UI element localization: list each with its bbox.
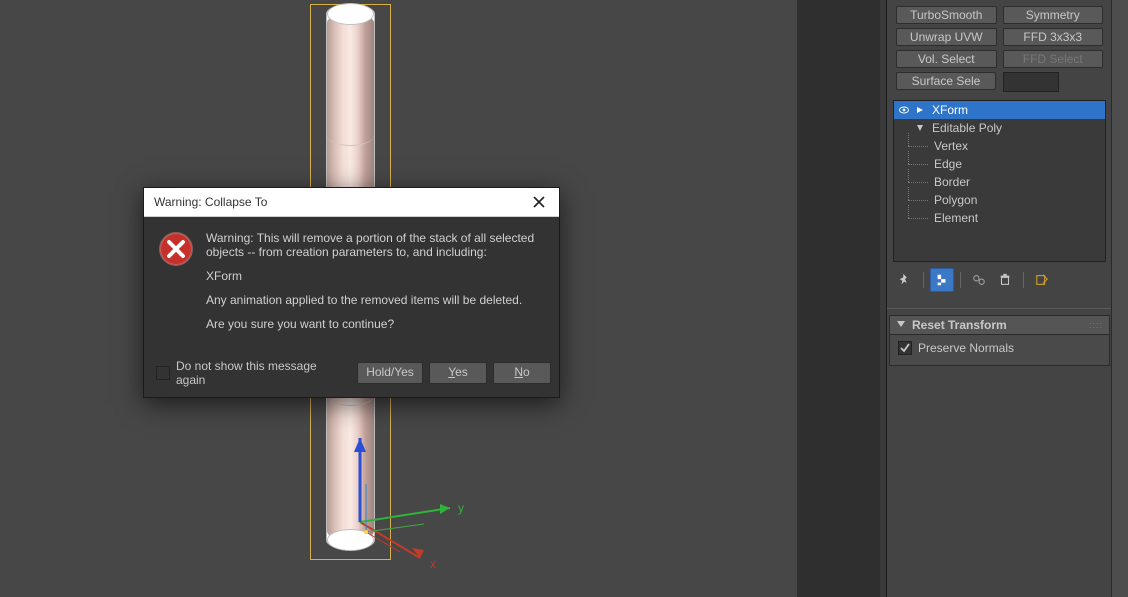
modifier-set-scrollbar[interactable] (1003, 72, 1059, 92)
checkbox-icon (898, 341, 912, 355)
dialog-title: Warning: Collapse To (154, 195, 267, 209)
rollout-title: Reset Transform (912, 318, 1007, 332)
stack-sub-edge[interactable]: Edge (894, 155, 1105, 173)
no-button[interactable]: No (493, 362, 551, 384)
dont-show-again-label: Do not show this message again (176, 359, 349, 387)
stack-sub-label: Border (934, 175, 970, 189)
hold-yes-button[interactable]: Hold/Yes (357, 362, 423, 384)
dialog-titlebar[interactable]: Warning: Collapse To (144, 188, 559, 217)
vol-select-button[interactable]: Vol. Select (896, 50, 997, 68)
make-unique-icon (972, 273, 986, 287)
turbosmooth-button[interactable]: TurboSmooth (896, 6, 997, 24)
stack-sub-element[interactable]: Element (894, 209, 1105, 227)
dialog-stack-item: XForm (206, 269, 543, 283)
stack-item-label: XForm (932, 103, 968, 117)
dialog-animation-text: Any animation applied to the removed ite… (206, 293, 543, 307)
symmetry-button[interactable]: Symmetry (1003, 6, 1104, 24)
rollout-header[interactable]: Reset Transform :::: (889, 315, 1110, 335)
pin-icon (898, 273, 912, 287)
yes-button[interactable]: Yes (429, 362, 487, 384)
close-icon (533, 196, 545, 208)
stack-sub-polygon[interactable]: Polygon (894, 191, 1105, 209)
stack-sub-label: Edge (934, 157, 962, 171)
configure-icon (1035, 273, 1049, 287)
collapse-icon[interactable] (914, 122, 926, 134)
modifier-buttons: TurboSmooth Symmetry Unwrap UVW FFD 3x3x… (887, 0, 1112, 96)
surface-select-button[interactable]: Surface Sele (896, 72, 996, 90)
configure-modifier-sets-button[interactable] (1030, 268, 1054, 292)
rollout-grip-icon[interactable]: :::: (1089, 320, 1103, 330)
ffd-3x3x3-button[interactable]: FFD 3x3x3 (1003, 28, 1104, 46)
panel-splitter[interactable] (797, 0, 886, 597)
collapse-to-warning-dialog: Warning: Collapse To Warning: This will … (143, 187, 560, 398)
ffd-select-button[interactable]: FFD Select (1003, 50, 1104, 68)
reset-transform-rollout: Reset Transform :::: Preserve Normals (889, 315, 1110, 366)
modifier-stack[interactable]: XForm Editable Poly Vertex (893, 100, 1106, 262)
chevron-down-icon (896, 318, 906, 332)
stack-sub-label: Element (934, 211, 978, 225)
preserve-normals-checkbox[interactable]: Preserve Normals (898, 341, 1101, 355)
command-panel: TurboSmooth Symmetry Unwrap UVW FFD 3x3x… (886, 0, 1128, 597)
remove-modifier-button[interactable] (993, 268, 1017, 292)
stack-item-editable-poly[interactable]: Editable Poly (894, 119, 1105, 137)
stack-sub-label: Vertex (934, 139, 968, 153)
dont-show-again-checkbox[interactable]: Do not show this message again (156, 359, 349, 387)
preserve-normals-label: Preserve Normals (918, 341, 1014, 355)
unwrap-uvw-button[interactable]: Unwrap UVW (896, 28, 997, 46)
stack-sub-vertex[interactable]: Vertex (894, 137, 1105, 155)
stack-item-label: Editable Poly (932, 121, 1002, 135)
expand-icon[interactable] (914, 104, 926, 116)
show-end-result-button[interactable] (930, 268, 954, 292)
stack-sub-label: Polygon (934, 193, 977, 207)
show-end-result-icon (935, 273, 949, 287)
eye-icon[interactable] (898, 104, 910, 116)
dialog-close-button[interactable] (527, 190, 551, 214)
axis-x-label: x (430, 557, 436, 570)
panel-scrollbar[interactable] (1111, 0, 1128, 597)
dialog-warning-text: Warning: This will remove a portion of t… (206, 231, 543, 259)
stack-toolbar (893, 268, 1106, 292)
trash-icon (998, 273, 1012, 287)
stack-sub-border[interactable]: Border (894, 173, 1105, 191)
dialog-confirm-text: Are you sure you want to continue? (206, 317, 543, 331)
make-unique-button[interactable] (967, 268, 991, 292)
axis-y-label: y (458, 501, 464, 515)
stack-item-xform[interactable]: XForm (894, 101, 1105, 119)
pin-stack-button[interactable] (893, 268, 917, 292)
error-icon (158, 231, 194, 267)
checkbox-icon (156, 366, 170, 380)
